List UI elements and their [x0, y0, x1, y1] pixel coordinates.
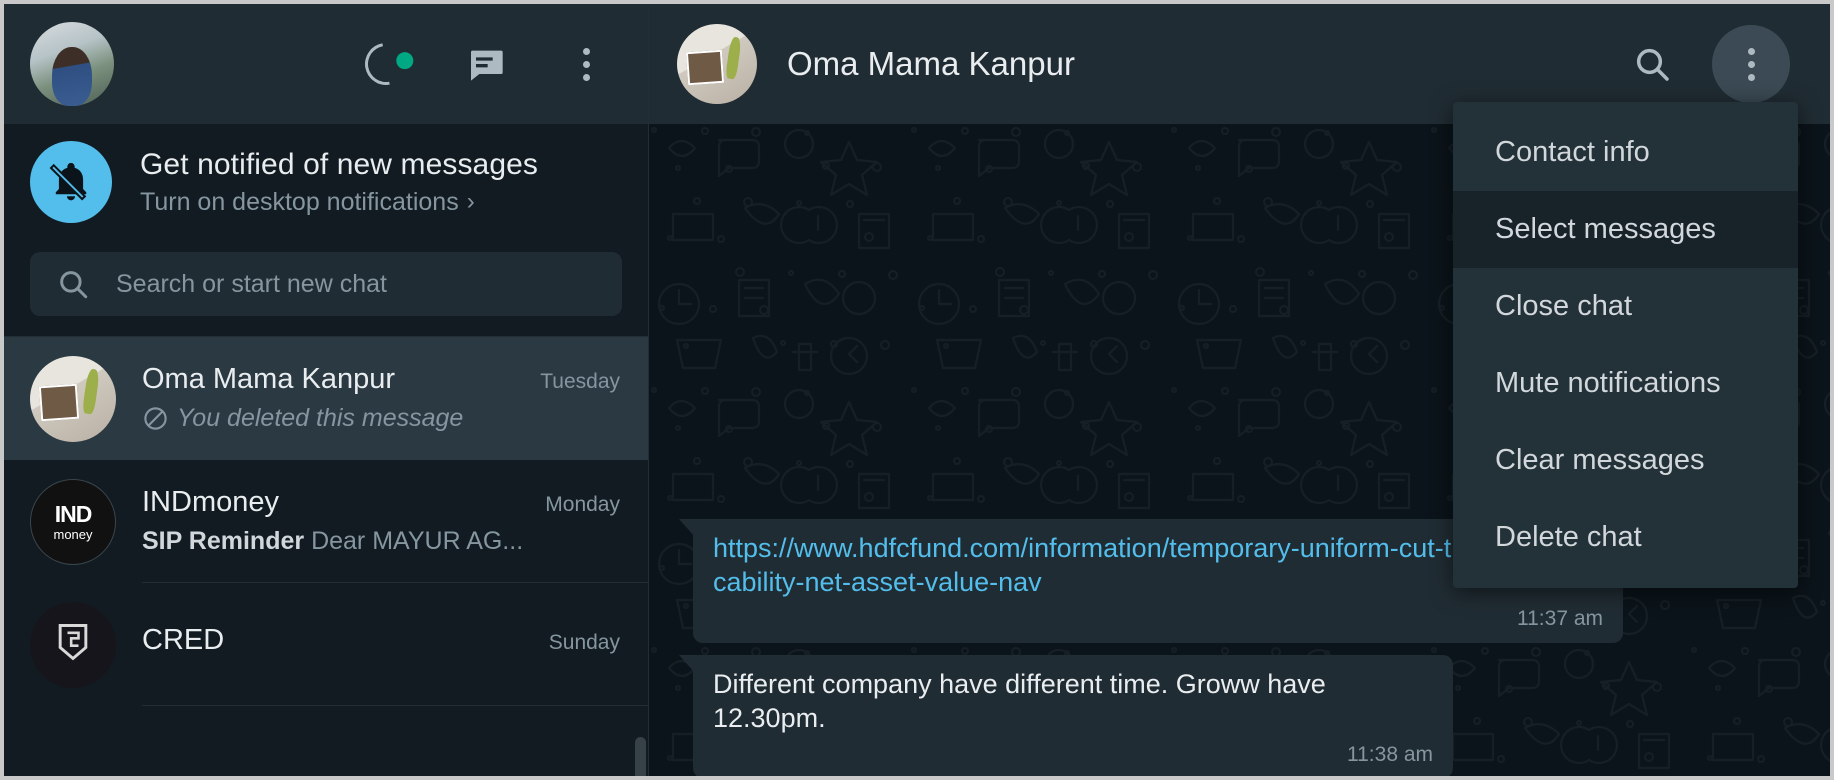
sidebar-overflow-menu-icon[interactable]	[560, 38, 612, 90]
chat-list-item-oma-mama-kanpur[interactable]: Oma Mama Kanpur Tuesday You deleted this…	[4, 337, 648, 460]
status-dot-indicator	[396, 52, 414, 70]
message-timestamp: 11:38 am	[1347, 742, 1433, 766]
chevron-right-icon: ›	[466, 188, 475, 215]
ban-icon	[142, 405, 169, 432]
chat-snippet: You deleted this message	[177, 404, 464, 432]
search-icon	[56, 267, 90, 301]
avatar: IND money	[30, 478, 116, 565]
notification-banner-subtitle[interactable]: Turn on desktop notifications ›	[140, 188, 538, 217]
chat-list-item-indmoney[interactable]: IND money INDmoney Monday SIP Reminder D…	[4, 460, 648, 583]
chat-list-item-cred[interactable]: CRED Sunday	[4, 583, 648, 706]
notification-banner-texts: Get notified of new messages Turn on des…	[140, 148, 538, 217]
whatsapp-web-window: Get notified of new messages Turn on des…	[0, 0, 1834, 780]
chat-name: Oma Mama Kanpur	[142, 363, 396, 395]
menu-item-select-messages[interactable]: Select messages	[1453, 191, 1798, 268]
message-row-incoming-text: Different company have different time. G…	[679, 654, 1758, 776]
sidebar: Get notified of new messages Turn on des…	[4, 4, 649, 776]
sidebar-header-icons	[356, 34, 612, 94]
chat-snippet-rest: Dear MAYUR AG...	[311, 527, 524, 555]
chat-panel: Oma Mama Kanpur https://www.hdfcfund.com…	[649, 4, 1830, 776]
menu-item-delete-chat[interactable]: Delete chat	[1453, 499, 1798, 576]
sidebar-header	[4, 4, 648, 124]
chat-name: INDmoney	[142, 486, 279, 518]
menu-item-close-chat[interactable]: Close chat	[1453, 268, 1798, 345]
menu-item-mute-notifications[interactable]: Mute notifications	[1453, 345, 1798, 422]
avatar-label-top: IND	[54, 500, 93, 527]
incoming-text-bubble[interactable]: Different company have different time. G…	[679, 654, 1453, 776]
chat-timestamp: Monday	[545, 493, 620, 516]
chat-snippet-bold: SIP Reminder	[142, 527, 305, 555]
chat-timestamp: Sunday	[548, 630, 620, 654]
chat-header-title: Oma Mama Kanpur	[787, 45, 1075, 82]
sidebar-scrollbar[interactable]	[635, 737, 646, 776]
chat-search-icon[interactable]	[1626, 38, 1678, 90]
chat-context-dropdown-menu[interactable]: Contact info Select messages Close chat …	[1453, 102, 1798, 588]
notification-banner-title: Get notified of new messages	[140, 147, 539, 181]
menu-item-contact-info[interactable]: Contact info	[1453, 114, 1798, 191]
search-placeholder: Search or start new chat	[116, 269, 387, 298]
chat-name: CRED	[142, 623, 225, 656]
search-section: Search or start new chat	[4, 244, 648, 337]
avatar	[30, 601, 116, 688]
chat-snippet: SIP Reminder Dear MAYUR AG...	[142, 527, 523, 556]
notification-banner-subtitle-text: Turn on desktop notifications	[140, 187, 459, 216]
search-input[interactable]: Search or start new chat	[30, 252, 622, 316]
chat-header-avatar[interactable]	[677, 24, 757, 104]
chat-header-icons	[1626, 25, 1790, 103]
desktop-notification-banner[interactable]: Get notified of new messages Turn on des…	[4, 124, 648, 244]
avatar	[30, 355, 116, 442]
bell-muted-icon	[30, 141, 112, 223]
chat-overflow-menu-icon[interactable]	[1712, 25, 1790, 103]
message-text: Different company have different time. G…	[713, 668, 1326, 734]
status-ring-icon[interactable]	[356, 34, 416, 94]
cred-shield-icon	[51, 620, 95, 669]
message-timestamp: 11:37 am	[1517, 606, 1603, 630]
chat-timestamp: Tuesday	[540, 370, 620, 393]
profile-avatar[interactable]	[30, 22, 114, 106]
avatar-label-bottom: money	[53, 526, 93, 542]
menu-item-clear-messages[interactable]: Clear messages	[1453, 422, 1798, 499]
chat-list[interactable]: Oma Mama Kanpur Tuesday You deleted this…	[4, 337, 648, 776]
new-chat-icon[interactable]	[460, 38, 512, 90]
